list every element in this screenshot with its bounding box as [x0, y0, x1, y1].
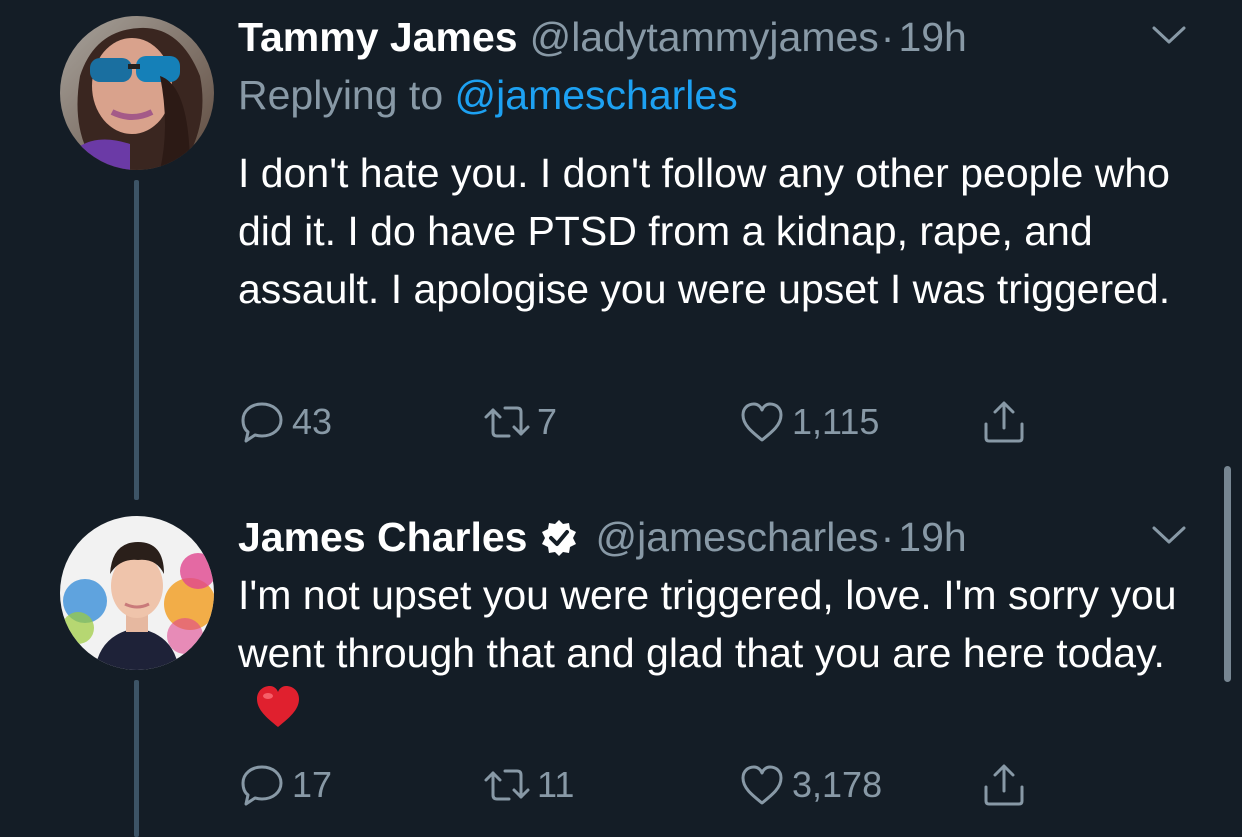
red-heart-emoji-icon [257, 686, 299, 727]
reply-icon [241, 765, 283, 806]
tweet-tammy-james[interactable]: Tammy James @ladytammyjames · 19h Replyi… [0, 0, 1242, 500]
avatar-tammy-james[interactable] [60, 16, 214, 170]
chevron-down-icon[interactable] [1150, 22, 1188, 48]
reply-icon [241, 402, 283, 443]
tweet-header: James Charles @jamescharles · 19h [238, 514, 967, 561]
retweet-button[interactable]: 11 [483, 761, 574, 809]
heart-icon [741, 402, 783, 442]
retweet-count: 7 [537, 401, 558, 442]
heart-icon [741, 765, 783, 805]
verified-badge-icon [542, 519, 577, 556]
mention-link[interactable]: @jamescharles [455, 72, 738, 118]
retweet-icon [484, 769, 530, 801]
chevron-down-icon[interactable] [1150, 522, 1188, 548]
reply-count: 43 [292, 401, 333, 442]
replying-to-label: Replying to [238, 72, 444, 118]
share-icon [984, 401, 1024, 443]
tweet-text: I'm not upset you were triggered, love. … [238, 566, 1188, 740]
retweet-button[interactable]: 7 [483, 398, 557, 446]
share-button[interactable] [980, 398, 1028, 446]
thread-line [134, 680, 139, 837]
tweet-actions: 17 11 3,178 [238, 761, 1058, 811]
tweet-text: I don't hate you. I don't follow any oth… [238, 150, 1171, 312]
avatar-james-charles[interactable] [60, 516, 214, 670]
display-name[interactable]: Tammy James [238, 14, 518, 61]
user-handle[interactable]: @ladytammyjames [530, 14, 879, 61]
retweet-icon [484, 406, 530, 438]
tweet-text-content: I'm not upset you were triggered, love. … [238, 572, 1177, 676]
replying-to: Replying to @jamescharles [238, 72, 738, 119]
timestamp[interactable]: 19h [898, 514, 966, 561]
reply-count: 17 [292, 764, 333, 805]
reply-button[interactable]: 17 [238, 761, 332, 809]
share-button[interactable] [980, 761, 1028, 809]
separator-dot: · [880, 514, 895, 560]
like-button[interactable]: 3,178 [738, 761, 882, 809]
separator-dot: · [880, 14, 895, 60]
like-count: 1,115 [792, 401, 880, 442]
like-button[interactable]: 1,115 [738, 398, 879, 446]
user-handle[interactable]: @jamescharles [595, 514, 878, 561]
scrollbar-thumb[interactable] [1224, 466, 1231, 682]
timestamp[interactable]: 19h [898, 14, 966, 61]
thread-line [134, 180, 139, 500]
retweet-count: 11 [537, 764, 575, 805]
tweet-actions: 43 7 1,115 [238, 398, 1058, 448]
display-name[interactable]: James Charles [238, 514, 527, 561]
share-icon [984, 764, 1024, 806]
tweet-header: Tammy James @ladytammyjames · 19h [238, 14, 967, 61]
reply-button[interactable]: 43 [238, 398, 332, 446]
tweet-james-charles[interactable]: James Charles @jamescharles · 19h I'm no… [0, 500, 1242, 837]
like-count: 3,178 [792, 764, 883, 805]
